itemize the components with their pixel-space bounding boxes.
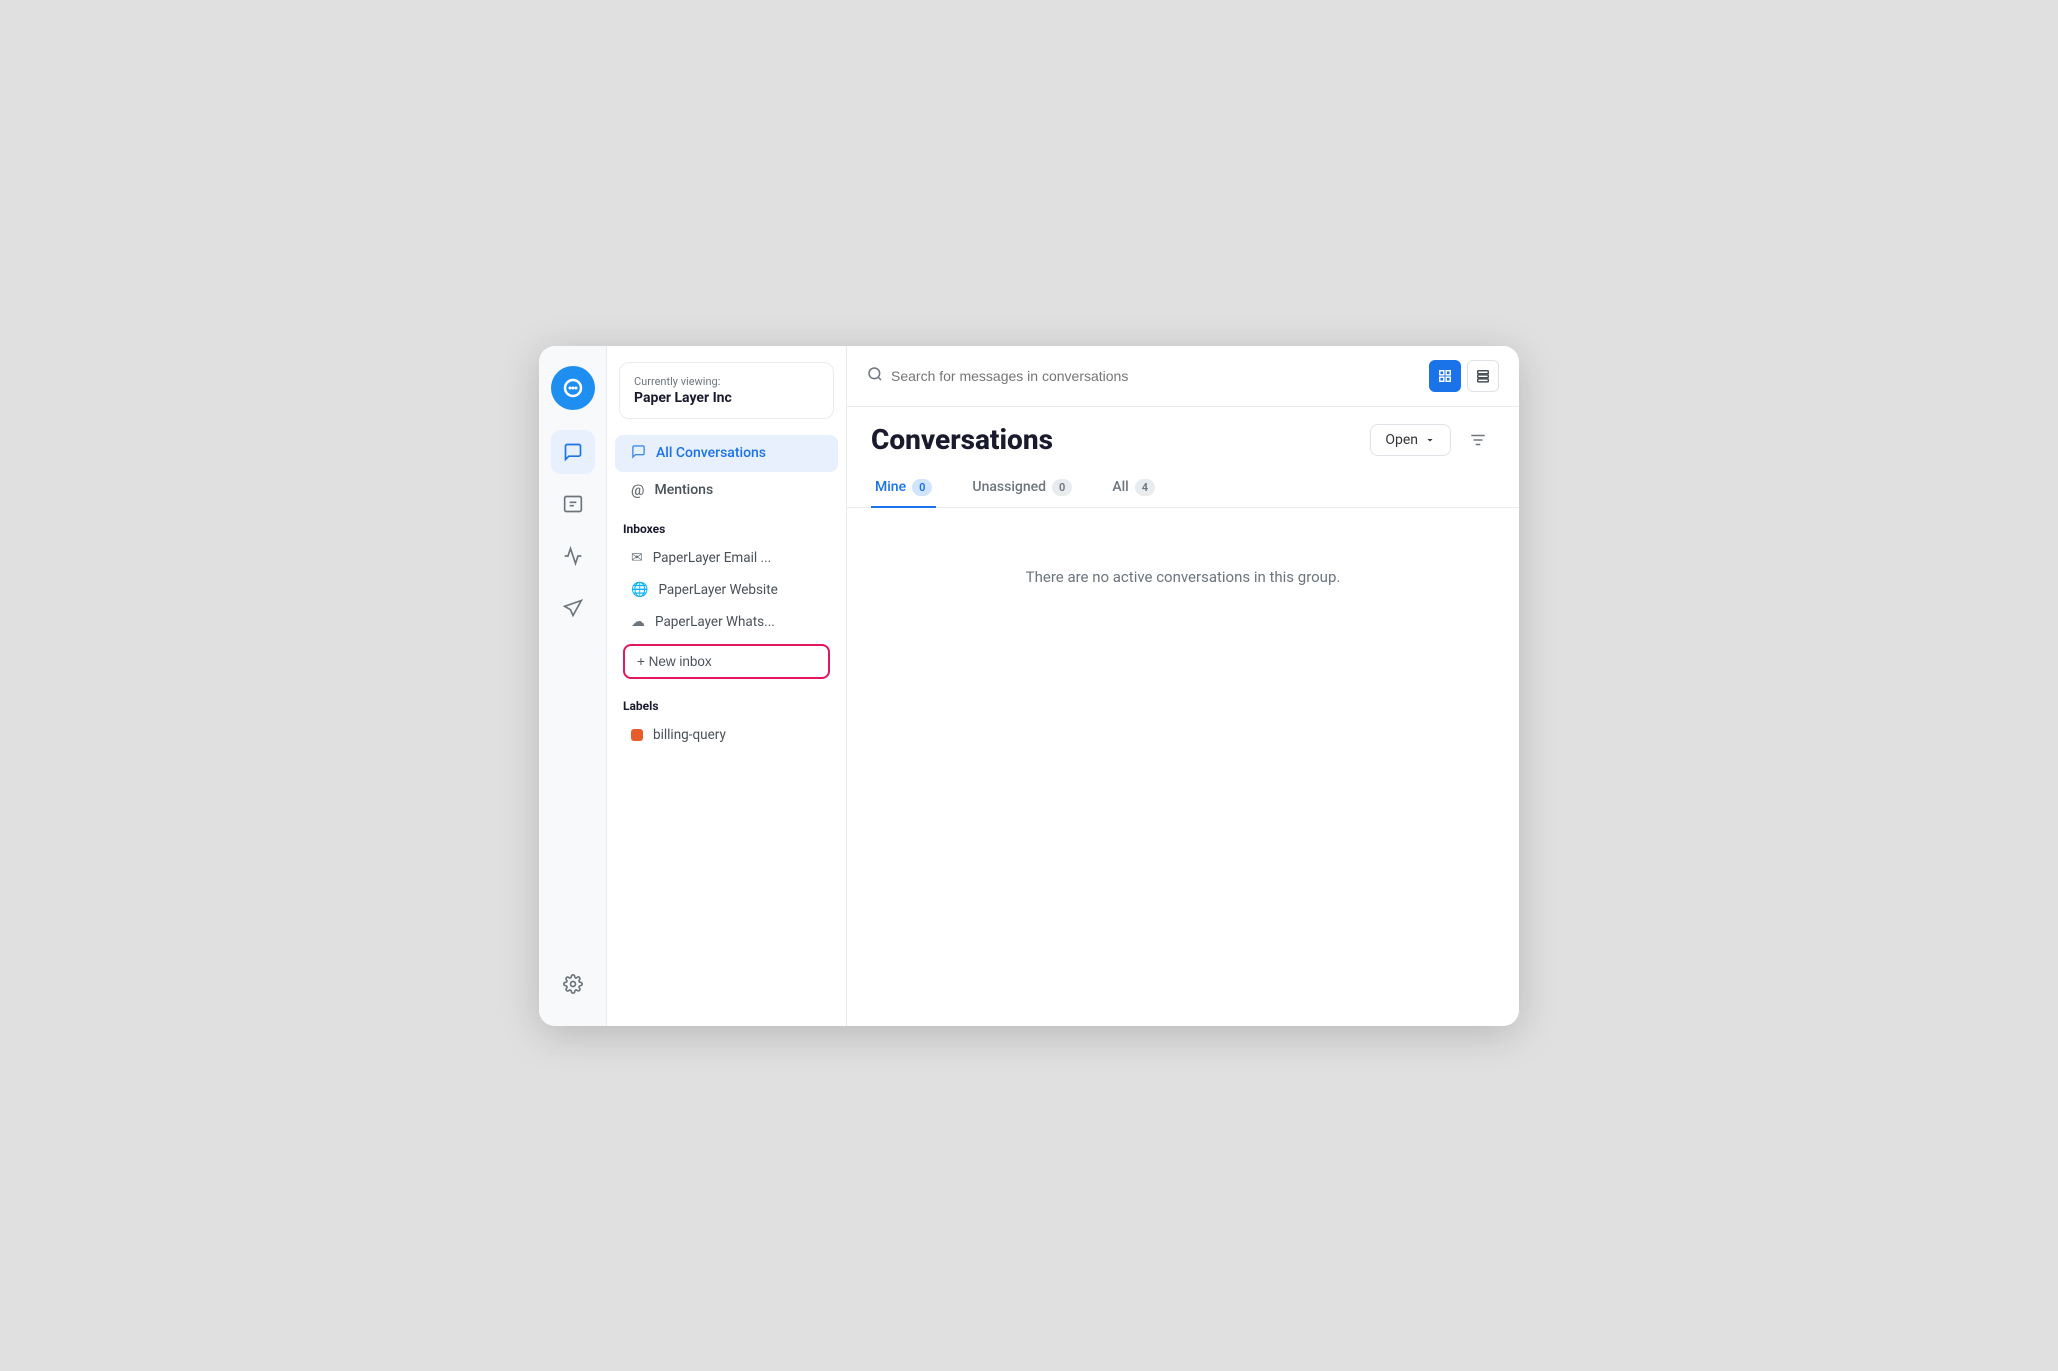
tab-mine[interactable]: Mine 0 [871,469,936,508]
view-toggle-grid-button[interactable] [1429,360,1461,392]
whatsapp-inbox-label: PaperLayer Whats... [655,614,775,630]
nav-conversations[interactable] [551,430,595,474]
toolbar-icons [1429,360,1499,392]
tab-unassigned-label: Unassigned [972,479,1046,495]
conversations-header: Conversations Open [847,407,1519,457]
tab-mine-badge: 0 [912,479,932,496]
nav-reports[interactable] [551,534,595,578]
conversations-icon [631,444,646,463]
email-inbox-icon: ✉ [631,550,643,566]
status-dropdown-label: Open [1385,432,1418,448]
search-input[interactable] [891,368,1417,384]
search-icon [867,366,883,386]
sidebar: Currently viewing: Paper Layer Inc All C… [607,346,847,1026]
nav-campaigns[interactable] [551,586,595,630]
inbox-item-whatsapp[interactable]: ☁ PaperLayer Whats... [615,606,838,638]
tab-mine-label: Mine [875,479,906,495]
empty-state-message: There are no active conversations in thi… [1026,568,1341,586]
labels-section-title: Labels [607,685,846,719]
nav-settings[interactable] [551,962,595,1006]
inboxes-section-title: Inboxes [607,508,846,542]
billing-query-dot [631,729,643,741]
billing-query-label: billing-query [653,727,726,743]
label-item-billing-query[interactable]: billing-query [615,719,838,751]
tab-all-label: All [1112,479,1128,495]
app-logo[interactable] [551,366,595,410]
inbox-item-website[interactable]: 🌐 PaperLayer Website [615,574,838,606]
header-right: Open [1370,423,1495,457]
current-viewing-label: Currently viewing: [634,375,819,388]
search-bar [847,346,1519,407]
whatsapp-inbox-icon: ☁ [631,614,645,630]
inbox-item-email[interactable]: ✉ PaperLayer Email ... [615,542,838,574]
tab-all-badge: 4 [1135,479,1155,496]
all-conversations-label: All Conversations [656,445,766,461]
conversations-title: Conversations [871,423,1053,456]
current-viewing-name: Paper Layer Inc [634,390,819,406]
sidebar-item-mentions[interactable]: @ Mentions [615,472,838,508]
website-inbox-icon: 🌐 [631,582,648,598]
app-window: Currently viewing: Paper Layer Inc All C… [539,346,1519,1026]
website-inbox-label: PaperLayer Website [658,582,777,598]
status-dropdown[interactable]: Open [1370,424,1451,456]
current-viewing-card: Currently viewing: Paper Layer Inc [619,362,834,419]
search-input-wrap [867,366,1417,386]
view-toggle-list-button[interactable] [1467,360,1499,392]
filter-button[interactable] [1461,423,1495,457]
main-content: Conversations Open [847,346,1519,1026]
tab-unassigned[interactable]: Unassigned 0 [968,469,1076,508]
nav-rail [539,346,607,1026]
tabs-bar: Mine 0 Unassigned 0 All 4 [847,469,1519,508]
mentions-label: Mentions [654,482,713,498]
mentions-icon: @ [631,481,644,499]
new-inbox-button[interactable]: + New inbox [623,644,830,679]
tab-all[interactable]: All 4 [1108,469,1159,508]
nav-contacts[interactable] [551,482,595,526]
tab-unassigned-badge: 0 [1052,479,1072,496]
empty-state: There are no active conversations in thi… [847,508,1519,1026]
sidebar-item-all-conversations[interactable]: All Conversations [615,435,838,472]
email-inbox-label: PaperLayer Email ... [653,550,771,566]
